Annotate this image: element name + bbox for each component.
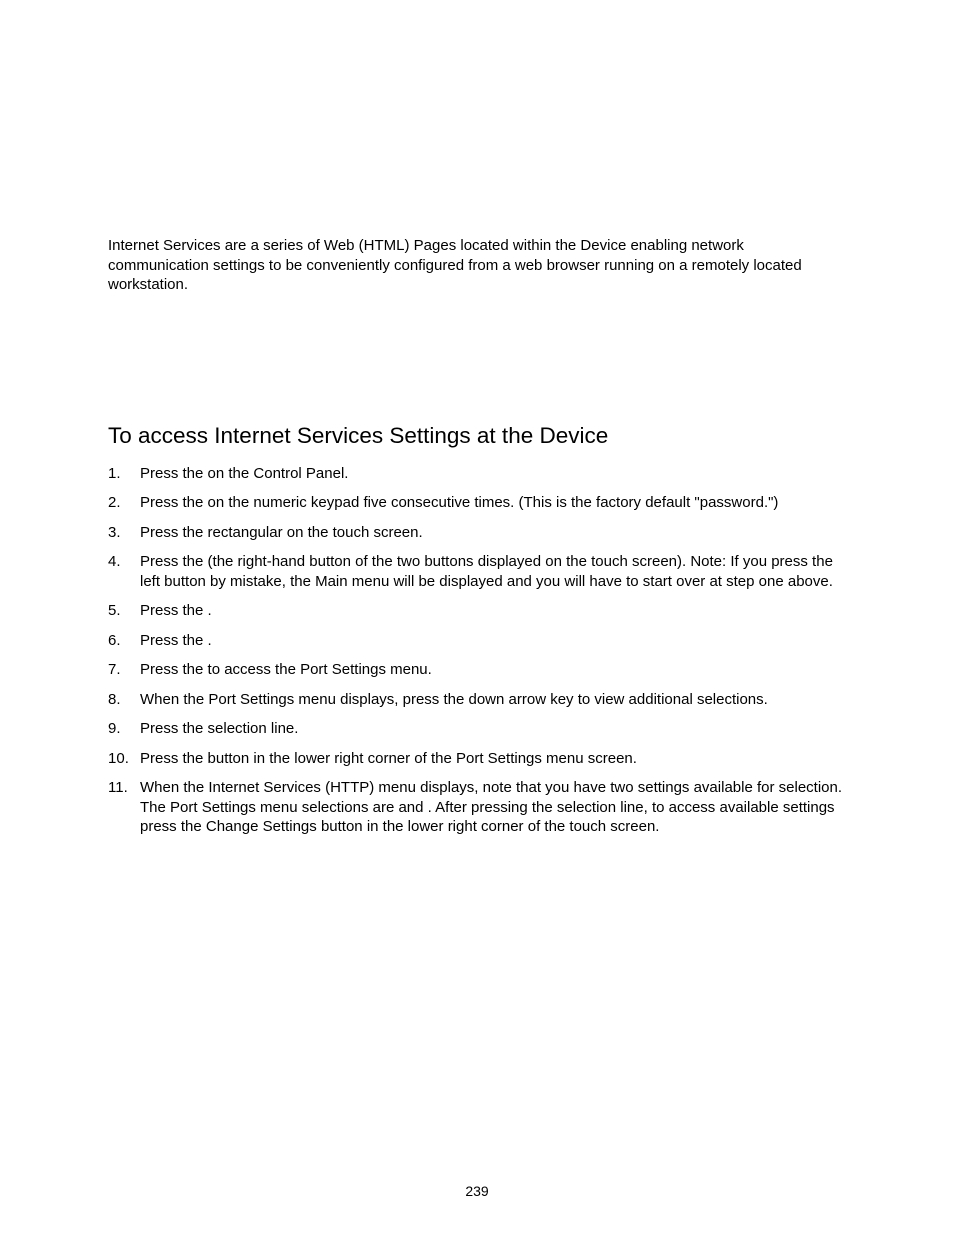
- list-item: Press the selection line.: [108, 719, 846, 739]
- list-item: When the Internet Services (HTTP) menu d…: [108, 778, 846, 837]
- list-item: When the Port Settings menu displays, pr…: [108, 690, 846, 710]
- list-item: Press the on the Control Panel.: [108, 464, 846, 484]
- section-heading: To access Internet Services Settings at …: [108, 423, 846, 449]
- list-item: Press the .: [108, 631, 846, 651]
- intro-paragraph: Internet Services are a series of Web (H…: [108, 236, 846, 295]
- list-item: Press the button in the lower right corn…: [108, 749, 846, 769]
- list-item: Press the .: [108, 601, 846, 621]
- list-item: Press the (the right-hand button of the …: [108, 552, 846, 591]
- list-item: Press the rectangular on the touch scree…: [108, 523, 846, 543]
- list-item: Press the to access the Port Settings me…: [108, 660, 846, 680]
- list-item: Press the on the numeric keypad five con…: [108, 493, 846, 513]
- page-number: 239: [0, 1183, 954, 1199]
- steps-list: Press the on the Control Panel. Press th…: [108, 464, 846, 837]
